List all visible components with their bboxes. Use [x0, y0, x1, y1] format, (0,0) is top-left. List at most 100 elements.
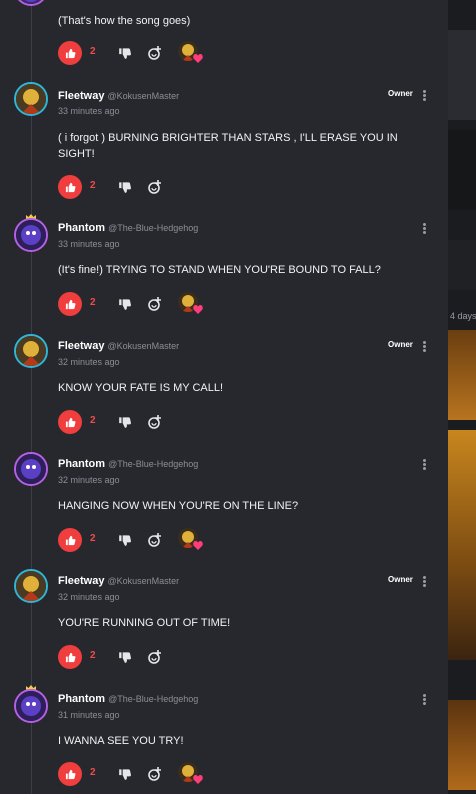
author-handle: @The-Blue-Hedgehog: [108, 694, 199, 704]
comment-actions: 2: [58, 292, 258, 316]
like-button[interactable]: [58, 762, 82, 786]
reply-icon[interactable]: [147, 296, 163, 312]
like-button[interactable]: [58, 41, 82, 65]
more-vert-icon[interactable]: [421, 575, 427, 589]
comment-text: YOU'RE RUNNING OUT OF TIME!: [58, 617, 231, 629]
comment-text: KNOW YOUR FATE IS MY CALL!: [58, 382, 224, 394]
thumbs-down-icon[interactable]: [118, 649, 132, 665]
author-handle: @The-Blue-Hedgehog: [108, 459, 199, 469]
more-vert-icon[interactable]: [421, 222, 427, 236]
like-count: 2: [90, 46, 96, 57]
avatar[interactable]: [14, 82, 48, 116]
author-line: Phantom @The-Blue-Hedgehog: [58, 693, 198, 705]
comment-actions: 2: [58, 645, 258, 669]
author-line: Phantom @The-Blue-Hedgehog: [58, 222, 198, 234]
owner-badge: Owner: [388, 89, 413, 98]
timestamp: 32 minutes ago: [58, 592, 120, 602]
author-name[interactable]: Fleetway: [58, 575, 104, 587]
thread-line: [31, 0, 32, 794]
reply-icon[interactable]: [147, 649, 163, 665]
side-thumbnail[interactable]: [448, 130, 476, 210]
comment-text: ( i forgot ) BURNING BRIGHTER THAN STARS…: [58, 132, 398, 160]
reply-icon[interactable]: [147, 532, 163, 548]
reply-icon[interactable]: [147, 179, 163, 195]
more-vert-icon[interactable]: [421, 340, 427, 354]
author-handle: @KokusenMaster: [107, 576, 180, 586]
timestamp: 32 minutes ago: [58, 357, 120, 367]
side-thumbnail[interactable]: [448, 30, 476, 120]
author-handle: @The-Blue-Hedgehog: [108, 223, 199, 233]
creator-heart: [176, 292, 204, 316]
author-line: Phantom @The-Blue-Hedgehog: [58, 458, 198, 470]
side-timestamp: 4 days: [450, 311, 476, 321]
thumbs-up-icon: [65, 417, 75, 427]
like-button[interactable]: [58, 528, 82, 552]
like-button[interactable]: [58, 292, 82, 316]
like-count: 2: [90, 767, 96, 778]
side-thumbnail[interactable]: [448, 240, 476, 290]
comment-text: (It's fine!) TRYING TO STAND WHEN YOU'RE…: [58, 264, 381, 276]
avatar[interactable]: [14, 689, 48, 723]
thumbs-down-icon[interactable]: [118, 766, 132, 782]
avatar[interactable]: [14, 569, 48, 603]
author-name[interactable]: Phantom: [58, 693, 105, 705]
like-count: 2: [90, 415, 96, 426]
author-handle: @KokusenMaster: [107, 91, 180, 101]
owner-badge: Owner: [388, 340, 413, 349]
heart-icon: [193, 541, 203, 550]
comment-text: I WANNA SEE YOU TRY!: [58, 735, 184, 747]
more-vert-icon[interactable]: [421, 693, 427, 707]
thumbs-down-icon[interactable]: [118, 179, 132, 195]
comment-actions: 2: [58, 410, 258, 434]
like-button[interactable]: [58, 410, 82, 434]
comment-actions: 2: [58, 175, 258, 199]
thumbs-down-icon[interactable]: [118, 414, 132, 430]
thumbs-down-icon[interactable]: [118, 45, 132, 61]
side-video-strip[interactable]: 4 days: [448, 0, 476, 794]
more-vert-icon[interactable]: [421, 458, 427, 472]
comment-actions: 2: [58, 762, 258, 786]
like-button[interactable]: [58, 175, 82, 199]
timestamp: 33 minutes ago: [58, 106, 120, 116]
heart-icon: [193, 775, 203, 784]
comment-actions: 2: [58, 41, 258, 65]
reply-icon[interactable]: [147, 45, 163, 61]
like-button[interactable]: [58, 645, 82, 669]
avatar[interactable]: [14, 452, 48, 486]
thumbs-up-icon: [65, 769, 75, 779]
reply-icon[interactable]: [147, 414, 163, 430]
reply-icon[interactable]: [147, 766, 163, 782]
more-vert-icon[interactable]: [421, 89, 427, 103]
author-line: Fleetway @KokusenMaster: [58, 575, 179, 587]
comment-text: (That's how the song goes): [58, 15, 191, 27]
timestamp: 33 minutes ago: [58, 239, 120, 249]
timestamp: 31 minutes ago: [58, 710, 120, 720]
side-thumbnail[interactable]: [448, 700, 476, 790]
author-name[interactable]: Fleetway: [58, 340, 104, 352]
avatar[interactable]: [14, 218, 48, 252]
author-name[interactable]: Fleetway: [58, 90, 104, 102]
author-line: Fleetway @KokusenMaster: [58, 90, 179, 102]
thumbs-up-icon: [65, 652, 75, 662]
creator-heart: [176, 528, 204, 552]
thumbs-up-icon: [65, 299, 75, 309]
author-line: Fleetway @KokusenMaster: [58, 340, 179, 352]
thumbs-down-icon[interactable]: [118, 296, 132, 312]
creator-heart: [176, 41, 204, 65]
avatar[interactable]: [14, 0, 48, 6]
like-count: 2: [90, 650, 96, 661]
side-thumbnail[interactable]: [448, 430, 476, 660]
thumbs-down-icon[interactable]: [118, 532, 132, 548]
comment-actions: 2: [58, 528, 258, 552]
thumbs-up-icon: [65, 535, 75, 545]
comments-panel: (That's how the song goes) 2 Fleetway @Ko…: [0, 0, 448, 794]
avatar[interactable]: [14, 334, 48, 368]
like-count: 2: [90, 533, 96, 544]
author-name[interactable]: Phantom: [58, 458, 105, 470]
author-name[interactable]: Phantom: [58, 222, 105, 234]
creator-heart: [176, 762, 204, 786]
like-count: 2: [90, 297, 96, 308]
timestamp: 32 minutes ago: [58, 475, 120, 485]
side-thumbnail[interactable]: [448, 330, 476, 420]
comment-text: HANGING NOW WHEN YOU'RE ON THE LINE?: [58, 500, 299, 512]
